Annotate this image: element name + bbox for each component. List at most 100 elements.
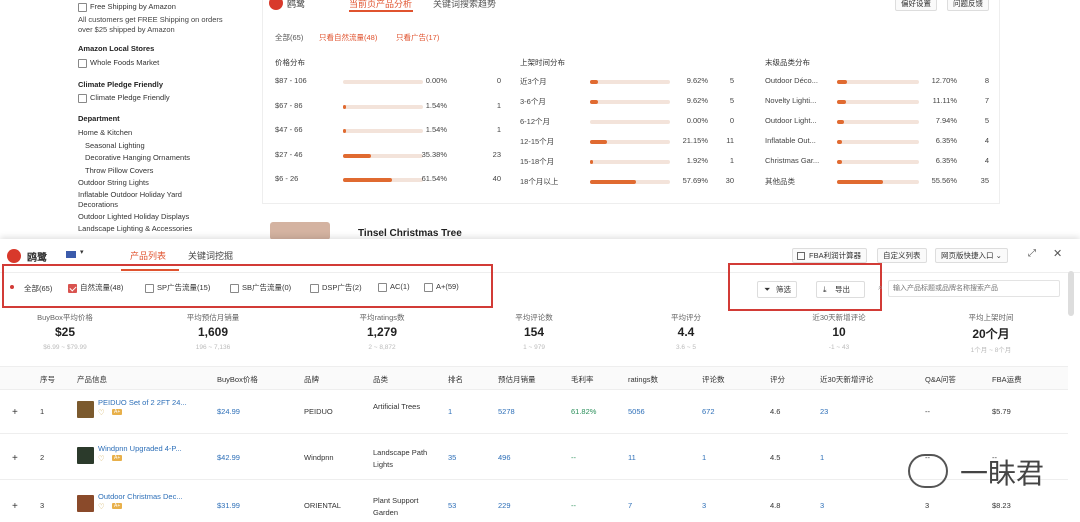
column-header[interactable]: 预估月销量	[498, 374, 536, 385]
product-thumbnail	[270, 222, 330, 240]
product-title-link[interactable]: Windpnn Upgraded 4-P...	[98, 444, 182, 453]
row-percent: 12.70%	[931, 76, 957, 85]
heart-icon[interactable]: ♡	[98, 408, 105, 417]
row-divider	[0, 433, 1068, 434]
bar-fill	[837, 180, 883, 184]
aplus-badge: A+	[112, 409, 123, 415]
product-analysis-panel: 鸥鹭 当前页产品分析 关键词搜索趋势 偏好设置 问题反馈 全部(65) 只看自然…	[262, 0, 1000, 204]
row-count: 35	[980, 176, 989, 185]
qa-count: --	[925, 407, 930, 416]
tab-product-list[interactable]: 产品列表	[130, 249, 166, 262]
checkbox[interactable]	[78, 2, 87, 12]
us-flag-icon[interactable]	[66, 251, 76, 258]
rank: 35	[448, 453, 457, 462]
row-count: 11	[726, 136, 734, 145]
dept-link[interactable]: Inflatable Outdoor Holiday Yard	[78, 190, 182, 199]
free-shipping-note: All customers get FREE Shipping on order…	[78, 15, 223, 24]
row-label: $47 - 66	[275, 125, 303, 134]
dept-link[interactable]: Throw Pillow Covers	[85, 166, 153, 175]
aplus-badge: A+	[112, 455, 123, 461]
distribution-row: 15-18个月 1.92% 1	[520, 156, 740, 168]
bar-fill	[590, 140, 607, 144]
heart-icon[interactable]: ♡	[98, 454, 105, 463]
tab-keyword-mining[interactable]: 关键词挖掘	[188, 249, 233, 262]
filter-organic-only[interactable]: 只看自然流量(48)	[319, 32, 377, 43]
column-header[interactable]: 品牌	[304, 374, 319, 385]
climate-heading: Climate Pledge Friendly	[78, 80, 164, 89]
filter-all[interactable]: 全部(65)	[275, 32, 303, 43]
product-search-input[interactable]	[888, 280, 1060, 297]
buybox-price: $24.99	[217, 407, 240, 416]
buybox-price: $31.99	[217, 501, 240, 510]
fba-calculator-button[interactable]: FBA利润计算器	[792, 248, 868, 263]
column-header[interactable]: FBA运费	[992, 374, 1022, 385]
product-title[interactable]: Tinsel Christmas Tree	[358, 228, 462, 239]
product-title-link[interactable]: PEIDUO Set of 2 2FT 24...	[98, 398, 187, 407]
row-count: 5	[729, 76, 734, 85]
stat-range: 3.6 ~ 5	[675, 344, 697, 351]
bar-fill	[590, 100, 598, 104]
row-percent: 1.92%	[686, 156, 708, 165]
column-header[interactable]: 序号	[40, 374, 55, 385]
row-percent: 1.54%	[425, 100, 447, 110]
distribution-row: Outdoor Déco... 12.70% 8	[765, 76, 995, 88]
row-count: 0	[496, 76, 501, 85]
climate-filter[interactable]: Climate Pledge Friendly	[78, 93, 170, 103]
column-header[interactable]: 近30天新增评论	[820, 374, 873, 385]
row-label: $87 - 106	[275, 76, 307, 85]
column-header[interactable]: 产品信息	[77, 374, 107, 385]
scrollbar[interactable]	[1068, 271, 1074, 316]
distribution-row: Christmas Gar... 6.35% 4	[765, 156, 995, 168]
row-percent: 0.00%	[425, 76, 447, 85]
expand-icon[interactable]: ⤢	[1028, 248, 1036, 259]
expand-icon[interactable]: +	[12, 453, 18, 464]
tab-current-page-analysis[interactable]: 当前页产品分析	[349, 0, 412, 10]
tab-keyword-trend[interactable]: 关键词搜索趋势	[433, 0, 496, 10]
dept-link[interactable]: Outdoor String Lights	[78, 178, 149, 187]
close-icon[interactable]: ✕	[1053, 247, 1062, 260]
row-label: Outdoor Light...	[765, 116, 817, 125]
column-header[interactable]: BuyBox价格	[217, 374, 258, 385]
row-percent: 9.62%	[686, 96, 708, 105]
web-entry-button[interactable]: 网页版快捷入口 ⌄	[935, 248, 1008, 263]
distribution-row: 12-15个月 21.15% 11	[520, 136, 740, 148]
chevron-down-icon[interactable]: ▾	[80, 248, 84, 256]
heart-icon[interactable]: ♡	[98, 502, 105, 511]
free-shipping-filter[interactable]: Free Shipping by Amazon	[78, 2, 176, 12]
feedback-button[interactable]: 问题反馈	[947, 0, 989, 11]
expand-icon[interactable]: +	[12, 407, 18, 418]
column-header[interactable]: 毛利率	[571, 374, 594, 385]
column-header[interactable]: 排名	[448, 374, 463, 385]
expand-icon[interactable]: +	[12, 501, 18, 512]
row-percent: 7.94%	[935, 116, 957, 125]
column-header[interactable]: Q&A问答	[925, 374, 956, 385]
column-header[interactable]: ratings数	[628, 374, 658, 385]
column-header[interactable]: 评分	[770, 374, 785, 385]
product-title-link[interactable]: Outdoor Christmas Dec...	[98, 492, 183, 501]
column-header[interactable]: 评论数	[702, 374, 725, 385]
product-thumbnail[interactable]	[77, 495, 94, 512]
brand-name: 鸥鹭	[287, 0, 306, 9]
dept-link[interactable]: Decorative Hanging Ornaments	[85, 153, 190, 162]
dept-link[interactable]: Seasonal Lighting	[85, 141, 145, 150]
product-thumbnail[interactable]	[77, 401, 94, 418]
whole-foods-filter[interactable]: Whole Foods Market	[78, 58, 159, 68]
checkbox[interactable]	[78, 93, 87, 103]
monthly-sales: 5278	[498, 407, 515, 416]
launch-distribution: 近3个月 9.62% 5 3-6个月 9.62% 5 6-12个月 0.00% 0 12-15个月…	[520, 76, 740, 186]
dept-link[interactable]: Decorations	[78, 200, 118, 209]
stat-value: 10	[832, 325, 846, 339]
dept-link[interactable]: Landscape Lighting & Accessories	[78, 224, 192, 233]
preferences-button[interactable]: 偏好设置	[895, 0, 937, 11]
dept-link[interactable]: Outdoor Lighted Holiday Displays	[78, 212, 189, 221]
gross-margin: 61.82%	[571, 407, 597, 416]
column-header[interactable]: 品类	[373, 374, 388, 385]
filter-ads-only[interactable]: 只看广告(17)	[396, 32, 439, 43]
checkbox[interactable]	[78, 58, 87, 68]
dept-link[interactable]: Home & Kitchen	[78, 128, 132, 137]
row-label: 6-12个月	[520, 117, 551, 126]
product-thumbnail[interactable]	[77, 447, 94, 464]
distribution-row: $27 - 46 35.38% 23	[275, 150, 505, 162]
custom-list-button[interactable]: 自定义列表	[877, 248, 927, 263]
bar-track	[837, 180, 919, 184]
